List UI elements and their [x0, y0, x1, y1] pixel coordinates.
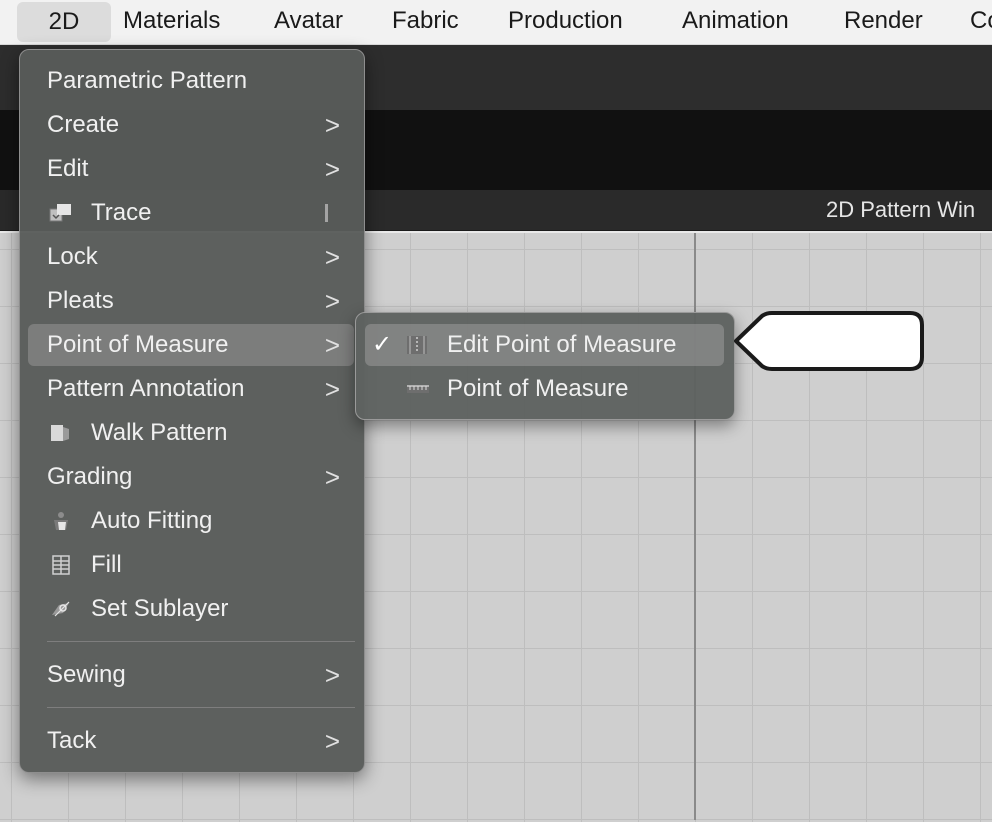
menu-item-walk-pattern[interactable]: Walk Pattern	[28, 412, 354, 454]
menu-item-point-of-measure[interactable]: Point of Measure >	[28, 324, 354, 366]
auto-fitting-icon	[54, 512, 68, 530]
chevron-right-icon: >	[324, 726, 340, 756]
menu-item-sewing[interactable]: Sewing >	[28, 654, 354, 696]
submenu-item-edit-point-of-measure[interactable]: ✓ Edit Point of Measure	[365, 324, 724, 366]
menu-item-lock[interactable]: Lock >	[28, 236, 354, 278]
menubar-item-materials[interactable]: Materials	[123, 0, 220, 44]
menu-item-auto-fitting[interactable]: Auto Fitting	[28, 500, 354, 542]
submenu-item-label: Edit Point of Measure	[447, 331, 677, 358]
menubar-item-2d[interactable]: 2D	[17, 2, 111, 42]
shortcut-indicator	[325, 204, 328, 222]
set-sublayer-icon	[52, 601, 70, 617]
menubar-item-partial-right[interactable]: Co	[970, 0, 992, 44]
menubar-item-fabric[interactable]: Fabric	[392, 0, 459, 44]
menu-item-parametric-pattern[interactable]: Parametric Pattern	[28, 60, 354, 102]
menu-item-edit[interactable]: Edit >	[28, 148, 354, 190]
menu-item-create[interactable]: Create >	[28, 104, 354, 146]
menu-item-trace[interactable]: Trace	[28, 192, 354, 234]
chevron-right-icon: >	[324, 286, 340, 316]
chevron-right-icon: >	[324, 110, 340, 140]
walk-pattern-icon	[51, 425, 69, 441]
menu-item-label: Auto Fitting	[91, 507, 213, 534]
menubar-item-production[interactable]: Production	[508, 0, 623, 44]
menu-bar: p 2D Materials Avatar Fabric Production …	[0, 0, 992, 45]
edit-pom-icon	[407, 336, 427, 354]
menu-item-label: Point of Measure	[47, 331, 229, 358]
menu-item-label: Grading	[47, 463, 133, 490]
menu-item-label: Parametric Pattern	[47, 67, 248, 94]
menu-item-pattern-annotation[interactable]: Pattern Annotation >	[28, 368, 354, 410]
pattern-window-title: 2D Pattern Win	[826, 197, 976, 222]
menu-item-label: Trace	[91, 199, 152, 226]
menu-item-label: Pattern Annotation	[47, 375, 245, 402]
menu-item-label: Pleats	[47, 287, 114, 314]
submenu-point-of-measure: ✓ Edit Point of Measure Point of Measure	[355, 312, 735, 420]
menu-separator	[47, 707, 355, 708]
menu-item-set-sublayer[interactable]: Set Sublayer	[28, 588, 354, 630]
menu-item-label: Edit	[47, 155, 89, 182]
chevron-right-icon: >	[324, 374, 340, 404]
pom-ruler-icon	[407, 385, 429, 393]
menu-item-label: Set Sublayer	[91, 595, 229, 622]
menubar-item-avatar[interactable]: Avatar	[274, 0, 343, 44]
menu-item-tack[interactable]: Tack >	[28, 720, 354, 762]
submenu-item-point-of-measure[interactable]: Point of Measure	[365, 368, 724, 410]
chevron-right-icon: >	[324, 154, 340, 184]
submenu-item-label: Point of Measure	[447, 375, 629, 402]
chevron-right-icon: >	[324, 660, 340, 690]
menu-item-label: Walk Pattern	[91, 419, 228, 446]
menu-item-pleats[interactable]: Pleats >	[28, 280, 354, 322]
checkmark-icon: ✓	[372, 331, 393, 358]
menu-item-grading[interactable]: Grading >	[28, 456, 354, 498]
menu-item-label: Tack	[47, 727, 97, 754]
menu-item-fill[interactable]: Fill	[28, 544, 354, 586]
menubar-item-animation[interactable]: Animation	[682, 0, 789, 44]
menu-item-label: Create	[47, 111, 120, 138]
chevron-right-icon: >	[324, 330, 340, 360]
callout-arrow-annotation	[734, 311, 924, 371]
fill-icon	[52, 555, 70, 575]
trace-icon	[49, 204, 71, 222]
menu-separator	[47, 641, 355, 642]
chevron-right-icon: >	[324, 242, 340, 272]
menu-item-label: Sewing	[47, 661, 126, 688]
menu-2d-dropdown: Parametric Pattern Create > Edit > Trace…	[19, 49, 365, 773]
chevron-right-icon: >	[324, 462, 340, 492]
menu-item-label: Lock	[47, 243, 98, 270]
menubar-item-render[interactable]: Render	[844, 0, 923, 44]
menu-item-label: Fill	[91, 551, 122, 578]
